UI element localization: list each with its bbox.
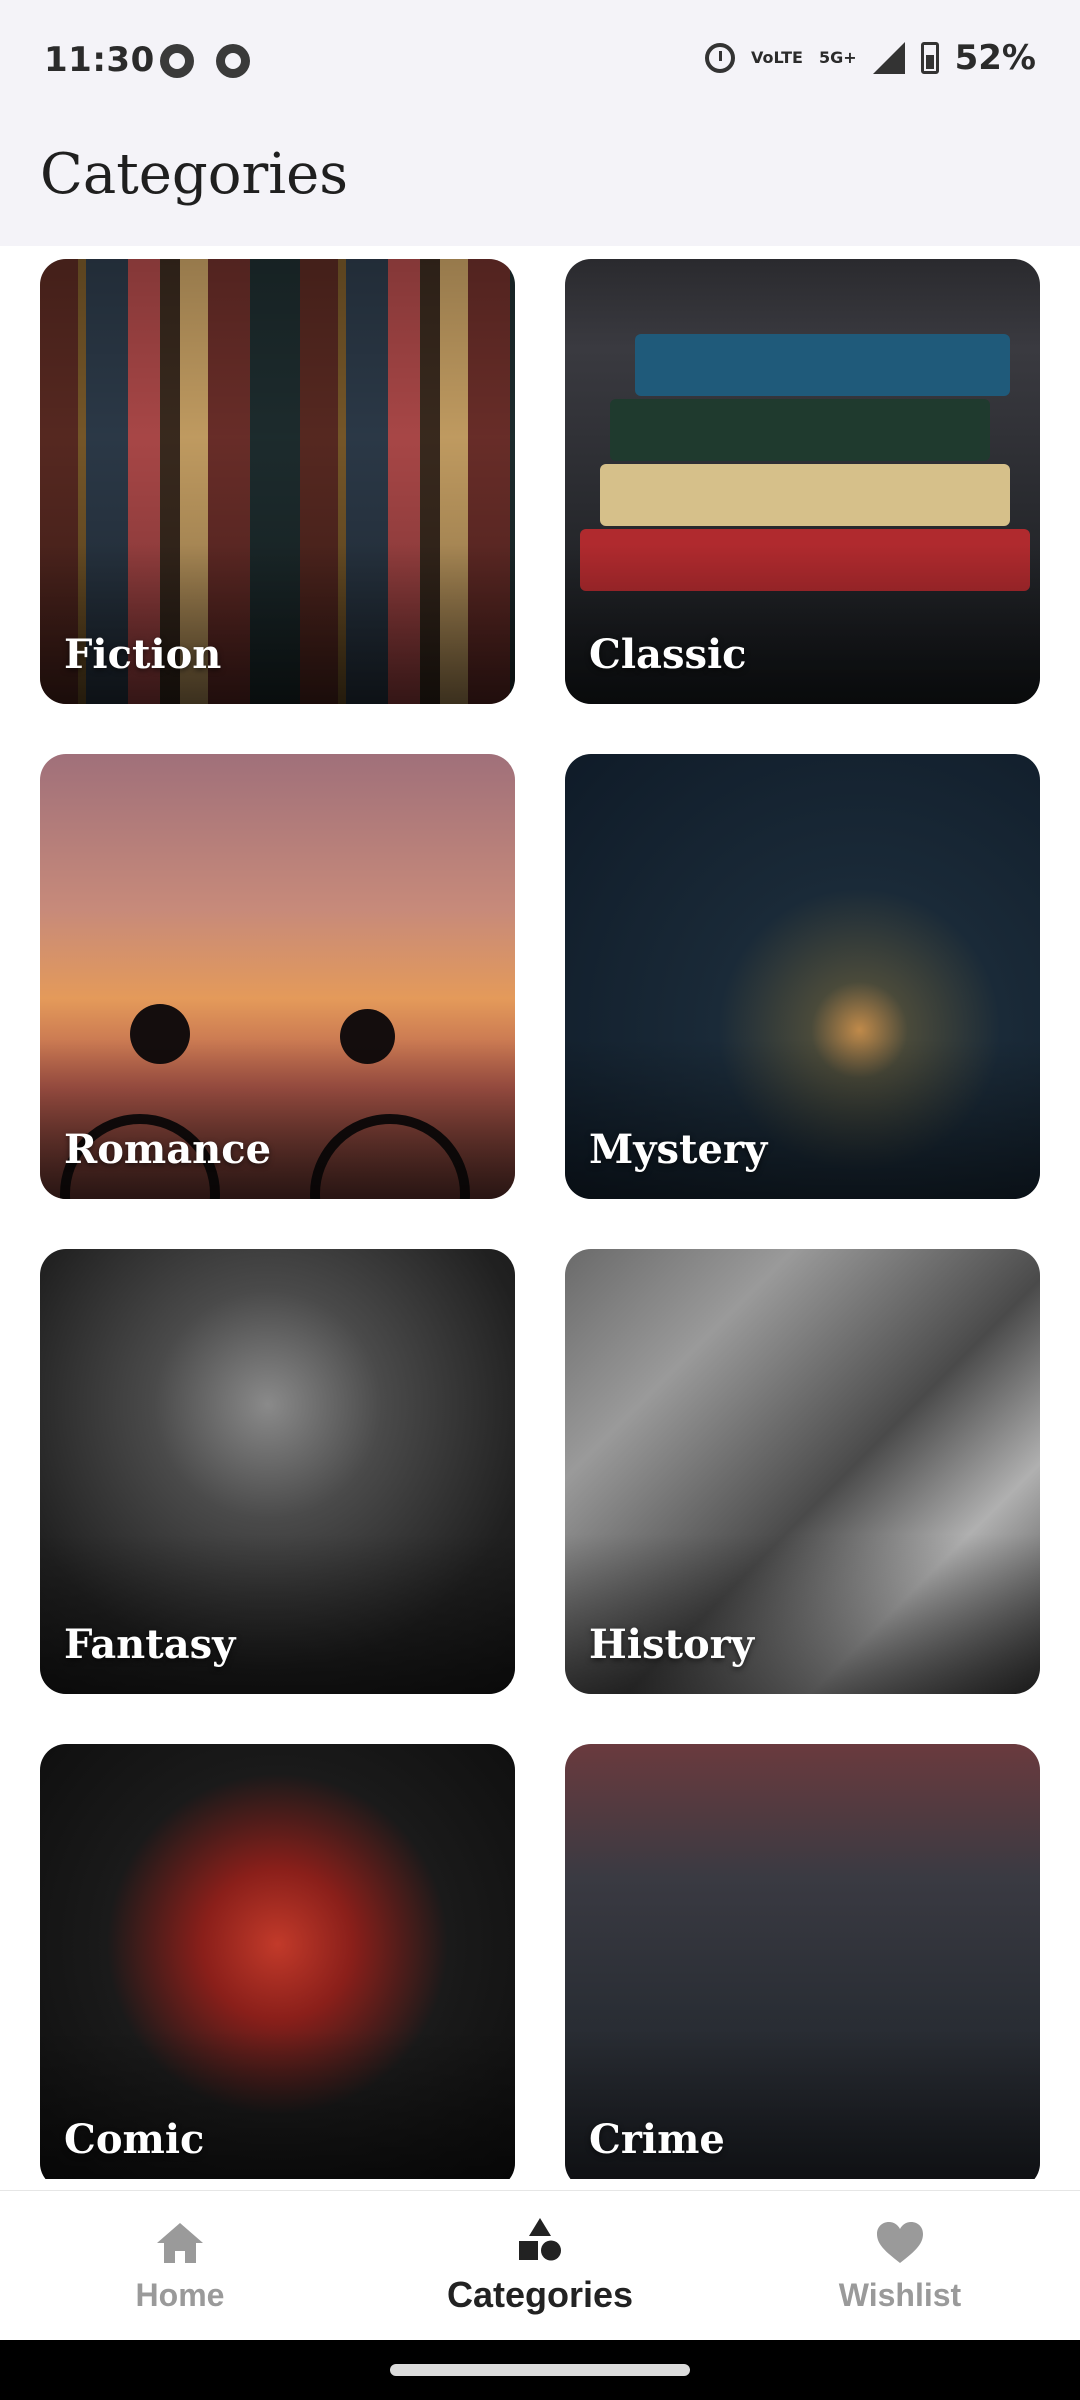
- notification-icons: [160, 44, 250, 78]
- category-label: Fantasy: [64, 1621, 236, 1668]
- home-icon: [157, 2222, 203, 2263]
- category-grid[interactable]: Fiction Classic Romance Mystery Fantasy …: [40, 259, 1040, 2179]
- heart-icon: [877, 2221, 923, 2263]
- category-card-mystery[interactable]: Mystery: [565, 754, 1040, 1199]
- category-label: Classic: [589, 631, 747, 678]
- status-bar: 11:30 VoLTE 5G+ 52%: [0, 0, 1080, 126]
- category-label: Crime: [589, 2116, 725, 2163]
- nav-item-categories[interactable]: Categories: [360, 2191, 720, 2341]
- category-card-comic[interactable]: Comic: [40, 1744, 515, 2179]
- nav-item-wishlist[interactable]: Wishlist: [720, 2191, 1080, 2341]
- status-indicators: VoLTE 5G+ 52%: [705, 38, 1036, 78]
- app-header: Categories: [0, 126, 1080, 246]
- category-label: History: [589, 1621, 754, 1668]
- nav-label: Categories: [446, 2274, 634, 2315]
- nav-label: Wishlist: [838, 2276, 962, 2313]
- category-label: Fiction: [64, 631, 222, 678]
- signal-icon: [872, 42, 905, 74]
- alarm-icon: [705, 43, 736, 73]
- status-time: 11:30: [44, 40, 155, 80]
- nav-label: Home: [135, 2276, 225, 2313]
- network-indicator: 5G+: [818, 48, 857, 67]
- category-label: Comic: [64, 2116, 205, 2163]
- battery-percent: 52%: [954, 38, 1036, 78]
- home-gesture-handle[interactable]: [390, 2364, 690, 2376]
- category-card-romance[interactable]: Romance: [40, 754, 515, 1199]
- bottom-navigation: Home Categories Wishlist: [0, 2190, 1080, 2341]
- system-navigation-bar: [0, 2340, 1080, 2400]
- app-notification-icon-2: [216, 44, 250, 78]
- page-title: Categories: [40, 142, 348, 207]
- volte-indicator: VoLTE: [751, 48, 803, 67]
- category-card-classic[interactable]: Classic: [565, 259, 1040, 704]
- categories-screen: 11:30 VoLTE 5G+ 52% Categories Fiction C…: [0, 0, 1080, 2400]
- category-label: Romance: [64, 1126, 272, 1173]
- app-notification-icon: [160, 44, 194, 78]
- nav-item-home[interactable]: Home: [0, 2191, 360, 2341]
- category-card-fiction[interactable]: Fiction: [40, 259, 515, 704]
- category-card-crime[interactable]: Crime: [565, 1744, 1040, 2179]
- category-card-history[interactable]: History: [565, 1249, 1040, 1694]
- battery-icon: [920, 42, 939, 74]
- category-label: Mystery: [589, 1126, 768, 1173]
- categories-icon: [519, 2218, 561, 2261]
- category-card-fantasy[interactable]: Fantasy: [40, 1249, 515, 1694]
